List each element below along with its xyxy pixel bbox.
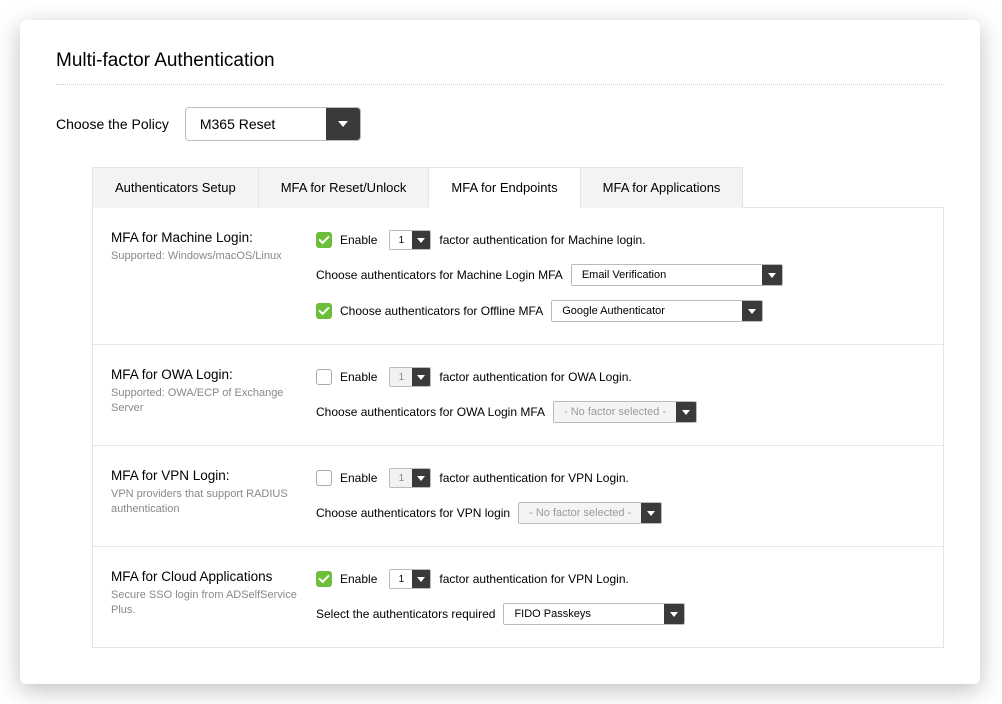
tab-bar: Authenticators Setup MFA for Reset/Unloc…: [92, 167, 944, 208]
policy-select-value: M365 Reset: [186, 108, 326, 140]
section-title: MFA for VPN Login:: [111, 468, 316, 483]
section-title: MFA for Machine Login:: [111, 230, 316, 245]
factor-count-toggle[interactable]: [412, 231, 430, 249]
section-subtitle: VPN providers that support RADIUS authen…: [111, 487, 316, 518]
enable-trail: factor authentication for Machine login.: [439, 233, 645, 247]
section-body: Enable 1 factor authentication for VPN L…: [316, 468, 925, 524]
section-title: MFA for OWA Login:: [111, 367, 316, 382]
authenticator-select[interactable]: - No factor selected -: [553, 401, 697, 423]
authenticator-toggle[interactable]: [664, 604, 684, 624]
factor-count-select[interactable]: 1: [389, 230, 431, 250]
authenticator-label: Choose authenticators for VPN login: [316, 506, 510, 520]
authenticator-select[interactable]: - No factor selected -: [518, 502, 662, 524]
section-header: MFA for Machine Login: Supported: Window…: [111, 230, 316, 322]
chevron-down-icon: [768, 273, 776, 278]
authenticator-toggle[interactable]: [762, 265, 782, 285]
authenticator-value: FIDO Passkeys: [504, 604, 664, 624]
section-header: MFA for OWA Login: Supported: OWA/ECP of…: [111, 367, 316, 423]
factor-count-toggle[interactable]: [412, 570, 430, 588]
enable-checkbox[interactable]: [316, 369, 332, 385]
policy-row: Choose the Policy M365 Reset: [56, 107, 944, 141]
enable-checkbox[interactable]: [316, 571, 332, 587]
chevron-down-icon: [748, 309, 756, 314]
authenticator-label: Select the authenticators required: [316, 607, 495, 621]
factor-count-value: 1: [390, 368, 412, 386]
authenticator-value: - No factor selected -: [554, 402, 676, 422]
policy-select[interactable]: M365 Reset: [185, 107, 361, 141]
offline-authenticator-toggle[interactable]: [742, 301, 762, 321]
tab-authenticators-setup[interactable]: Authenticators Setup: [92, 167, 259, 208]
divider: [56, 84, 944, 85]
authenticator-row: Select the authenticators required FIDO …: [316, 603, 925, 625]
policy-label: Choose the Policy: [56, 116, 169, 132]
section-title: MFA for Cloud Applications: [111, 569, 316, 584]
enable-label: Enable: [340, 370, 377, 384]
factor-count-value: 1: [390, 570, 412, 588]
chevron-down-icon: [647, 511, 655, 516]
tab-mfa-reset-unlock[interactable]: MFA for Reset/Unlock: [258, 167, 430, 208]
content-area: Authenticators Setup MFA for Reset/Unloc…: [92, 167, 944, 648]
section-body: Enable 1 factor authentication for VPN L…: [316, 569, 925, 625]
enable-row: Enable 1 factor authentication for VPN L…: [316, 468, 925, 488]
factor-count-toggle[interactable]: [412, 368, 430, 386]
chevron-down-icon: [417, 375, 425, 380]
section-header: MFA for VPN Login: VPN providers that su…: [111, 468, 316, 524]
enable-label: Enable: [340, 572, 377, 586]
offline-authenticator-value: Google Authenticator: [552, 301, 742, 321]
authenticator-select[interactable]: FIDO Passkeys: [503, 603, 685, 625]
authenticator-toggle[interactable]: [641, 503, 661, 523]
section-body: Enable 1 factor authentication for Machi…: [316, 230, 925, 322]
factor-count-value: 1: [390, 469, 412, 487]
chevron-down-icon: [670, 612, 678, 617]
enable-label: Enable: [340, 471, 377, 485]
policy-select-toggle[interactable]: [326, 108, 360, 140]
section-owa-login: MFA for OWA Login: Supported: OWA/ECP of…: [93, 345, 943, 446]
factor-count-select[interactable]: 1: [389, 367, 431, 387]
section-machine-login: MFA for Machine Login: Supported: Window…: [93, 208, 943, 345]
section-cloud-applications: MFA for Cloud Applications Secure SSO lo…: [93, 547, 943, 647]
chevron-down-icon: [682, 410, 690, 415]
factor-count-select[interactable]: 1: [389, 569, 431, 589]
section-subtitle: Secure SSO login from ADSelfService Plus…: [111, 588, 316, 619]
authenticator-row: Choose authenticators for VPN login - No…: [316, 502, 925, 524]
section-vpn-login: MFA for VPN Login: VPN providers that su…: [93, 446, 943, 547]
chevron-down-icon: [417, 476, 425, 481]
factor-count-value: 1: [390, 231, 412, 249]
chevron-down-icon: [417, 238, 425, 243]
enable-trail: factor authentication for VPN Login.: [439, 572, 628, 586]
tab-mfa-applications[interactable]: MFA for Applications: [580, 167, 744, 208]
authenticator-label: Choose authenticators for Machine Login …: [316, 268, 563, 282]
chevron-down-icon: [338, 121, 348, 127]
authenticator-toggle[interactable]: [676, 402, 696, 422]
section-subtitle: Supported: OWA/ECP of Exchange Server: [111, 386, 316, 417]
authenticator-value: Email Verification: [572, 265, 762, 285]
authenticator-value: - No factor selected -: [519, 503, 641, 523]
enable-label: Enable: [340, 233, 377, 247]
settings-card: Multi-factor Authentication Choose the P…: [20, 20, 980, 684]
enable-trail: factor authentication for VPN Login.: [439, 471, 628, 485]
chevron-down-icon: [417, 577, 425, 582]
authenticator-label: Choose authenticators for OWA Login MFA: [316, 405, 545, 419]
enable-row: Enable 1 factor authentication for Machi…: [316, 230, 925, 250]
page-title: Multi-factor Authentication: [56, 50, 944, 72]
authenticator-row: Choose authenticators for OWA Login MFA …: [316, 401, 925, 423]
section-body: Enable 1 factor authentication for OWA L…: [316, 367, 925, 423]
enable-trail: factor authentication for OWA Login.: [439, 370, 631, 384]
section-subtitle: Supported: Windows/macOS/Linux: [111, 249, 316, 264]
offline-row: Choose authenticators for Offline MFA Go…: [316, 300, 925, 322]
factor-count-toggle[interactable]: [412, 469, 430, 487]
section-header: MFA for Cloud Applications Secure SSO lo…: [111, 569, 316, 625]
tab-mfa-endpoints[interactable]: MFA for Endpoints: [428, 167, 580, 208]
enable-checkbox[interactable]: [316, 232, 332, 248]
enable-row: Enable 1 factor authentication for OWA L…: [316, 367, 925, 387]
authenticator-row: Choose authenticators for Machine Login …: [316, 264, 925, 286]
tab-panel: MFA for Machine Login: Supported: Window…: [92, 207, 944, 648]
offline-checkbox[interactable]: [316, 303, 332, 319]
offline-label: Choose authenticators for Offline MFA: [340, 304, 543, 318]
enable-checkbox[interactable]: [316, 470, 332, 486]
offline-authenticator-select[interactable]: Google Authenticator: [551, 300, 763, 322]
factor-count-select[interactable]: 1: [389, 468, 431, 488]
enable-row: Enable 1 factor authentication for VPN L…: [316, 569, 925, 589]
authenticator-select[interactable]: Email Verification: [571, 264, 783, 286]
